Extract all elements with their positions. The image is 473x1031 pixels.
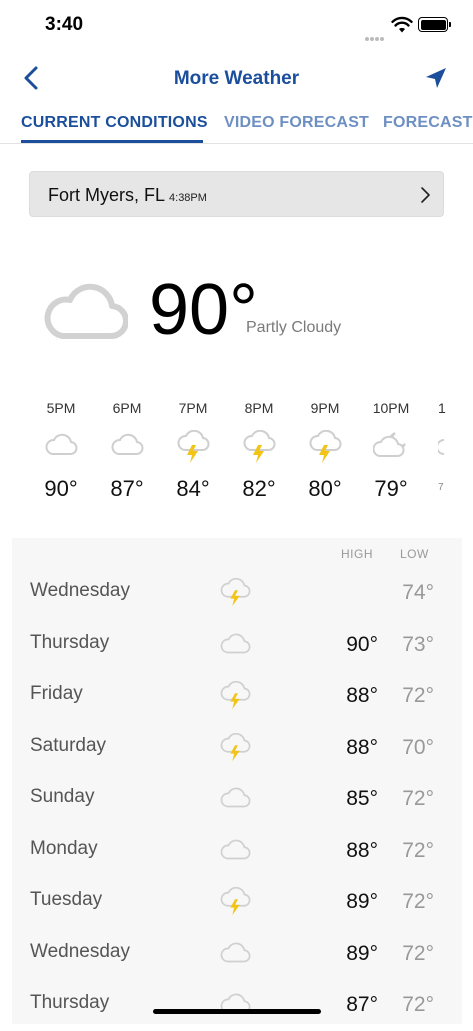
hour-temp: 90° (44, 476, 78, 501)
hourly-item: 5PM 90° (28, 400, 94, 502)
cloud-icon (220, 633, 251, 653)
day-name: Tuesday (30, 889, 103, 910)
location-name: Fort Myers, FL 4:38PM (48, 185, 207, 206)
hour-temp: 84° (176, 476, 210, 501)
status-time: 3:40 (45, 14, 84, 35)
day-low: 70° (402, 735, 434, 759)
daily-row: Wednesday 74° (12, 568, 462, 619)
home-indicator (153, 1009, 321, 1014)
day-name: Saturday (30, 734, 107, 756)
tab-bar: CURRENT CONDITIONS VIDEO FORECAST FORECA… (0, 104, 473, 144)
daily-row: Wednesday 89° 72° (12, 929, 462, 980)
thunderstorm-icon (177, 430, 210, 463)
page-title: More Weather (173, 68, 300, 89)
partly-cloudy-night-icon (373, 432, 406, 457)
thunderstorm-icon (220, 578, 251, 607)
hour-temp: 7 (438, 482, 444, 493)
location-arrow-icon[interactable] (424, 66, 448, 90)
daily-row: Monday 88° 72° (12, 826, 462, 877)
day-low: 72° (402, 890, 434, 913)
hourly-item: 8PM 82° (226, 400, 292, 502)
day-high: 87° (346, 993, 378, 1016)
hour-label: 6PM (112, 400, 142, 416)
thunderstorm-icon (220, 681, 251, 710)
nav-bar: More Weather (0, 56, 473, 100)
hour-temp: 80° (308, 476, 342, 501)
day-high: 85° (346, 787, 378, 810)
day-low: 72° (402, 941, 434, 965)
day-name: Wednesday (30, 940, 130, 962)
cloud-icon (45, 433, 78, 455)
wifi-icon (391, 16, 413, 33)
cloud-icon (220, 839, 251, 859)
hourly-forecast: 5PM 90° 6PM 87° 7PM 84° 8PM 82° 9PM 80° … (0, 400, 473, 510)
signal-icon (365, 28, 387, 41)
chevron-right-icon (421, 187, 430, 203)
hourly-item: 9PM 80° (292, 400, 358, 502)
hour-label: 8PM (244, 400, 274, 416)
day-name: Monday (30, 837, 98, 859)
day-high: 89° (346, 890, 378, 913)
day-name: Friday (30, 683, 83, 704)
hour-label: 10PM (372, 400, 410, 416)
current-condition: Partly Cloudy (246, 319, 342, 336)
day-high: 90° (346, 632, 378, 656)
day-name: Sunday (30, 786, 95, 807)
low-header: LOW (400, 547, 429, 561)
battery-icon (418, 17, 451, 32)
cloud-icon (438, 439, 445, 455)
day-name: Thursday (30, 992, 110, 1013)
tab-forecast[interactable]: FORECAST C (383, 114, 473, 132)
day-high: 88° (346, 735, 378, 759)
status-bar: 3:40 (0, 0, 473, 50)
hour-temp: 87° (110, 476, 144, 501)
day-high: 89° (346, 941, 378, 965)
day-low: 72° (402, 993, 434, 1016)
day-low: 72° (402, 838, 434, 862)
day-name: Thursday (30, 631, 110, 653)
day-name: Wednesday (30, 580, 130, 601)
daily-row: Thursday 90° 73° (12, 620, 462, 671)
thunderstorm-icon (220, 732, 251, 761)
hour-label: 1 (438, 400, 446, 416)
daily-row: Thursday 87° 72° (12, 980, 462, 1031)
thunderstorm-icon (309, 430, 342, 463)
day-high: 88° (346, 838, 378, 862)
day-low: 74° (402, 581, 434, 604)
daily-forecast: HIGH LOW Wednesday 74° Thursday 90° 73° Frida… (12, 538, 462, 1024)
hourly-item: 10PM 79° (358, 400, 424, 502)
hour-temp: 79° (374, 476, 408, 501)
thunderstorm-icon (220, 887, 251, 916)
cloud-icon (220, 993, 251, 1014)
daily-row: Saturday 88° 70° (12, 723, 462, 774)
current-temperature: 90° (149, 270, 258, 350)
tab-current-conditions[interactable]: CURRENT CONDITIONS (21, 114, 208, 132)
cloud-icon (220, 787, 251, 808)
hourly-item: 6PM 87° (94, 400, 160, 502)
day-low: 73° (402, 632, 434, 656)
day-high: 88° (346, 684, 378, 707)
cloud-icon (220, 942, 251, 962)
location-time: 4:38PM (169, 192, 207, 204)
high-header: HIGH (341, 547, 373, 561)
thunderstorm-icon (243, 430, 276, 463)
daily-row: Sunday 85° 72° (12, 774, 462, 825)
cloud-icon (111, 433, 144, 455)
tab-video-forecast[interactable]: VIDEO FORECAST (224, 114, 369, 132)
current-conditions: 90° Partly Cloudy (0, 270, 473, 360)
hour-label: 5PM (46, 400, 76, 416)
active-tab-indicator (21, 140, 203, 143)
hourly-item: 7PM 84° (160, 400, 226, 502)
location-selector[interactable]: Fort Myers, FL 4:38PM (29, 171, 444, 217)
location-city: Fort Myers, FL (48, 185, 166, 205)
cloud-icon (44, 283, 128, 340)
day-low: 72° (402, 787, 434, 810)
daily-row: Tuesday 89° 72° (12, 877, 462, 928)
day-low: 72° (402, 684, 434, 707)
daily-row: Friday 88° 72° (12, 671, 462, 722)
hour-label: 9PM (310, 400, 340, 416)
hour-label: 7PM (178, 400, 208, 416)
hourly-item: 1 7 (424, 400, 464, 493)
hour-temp: 82° (242, 476, 276, 501)
